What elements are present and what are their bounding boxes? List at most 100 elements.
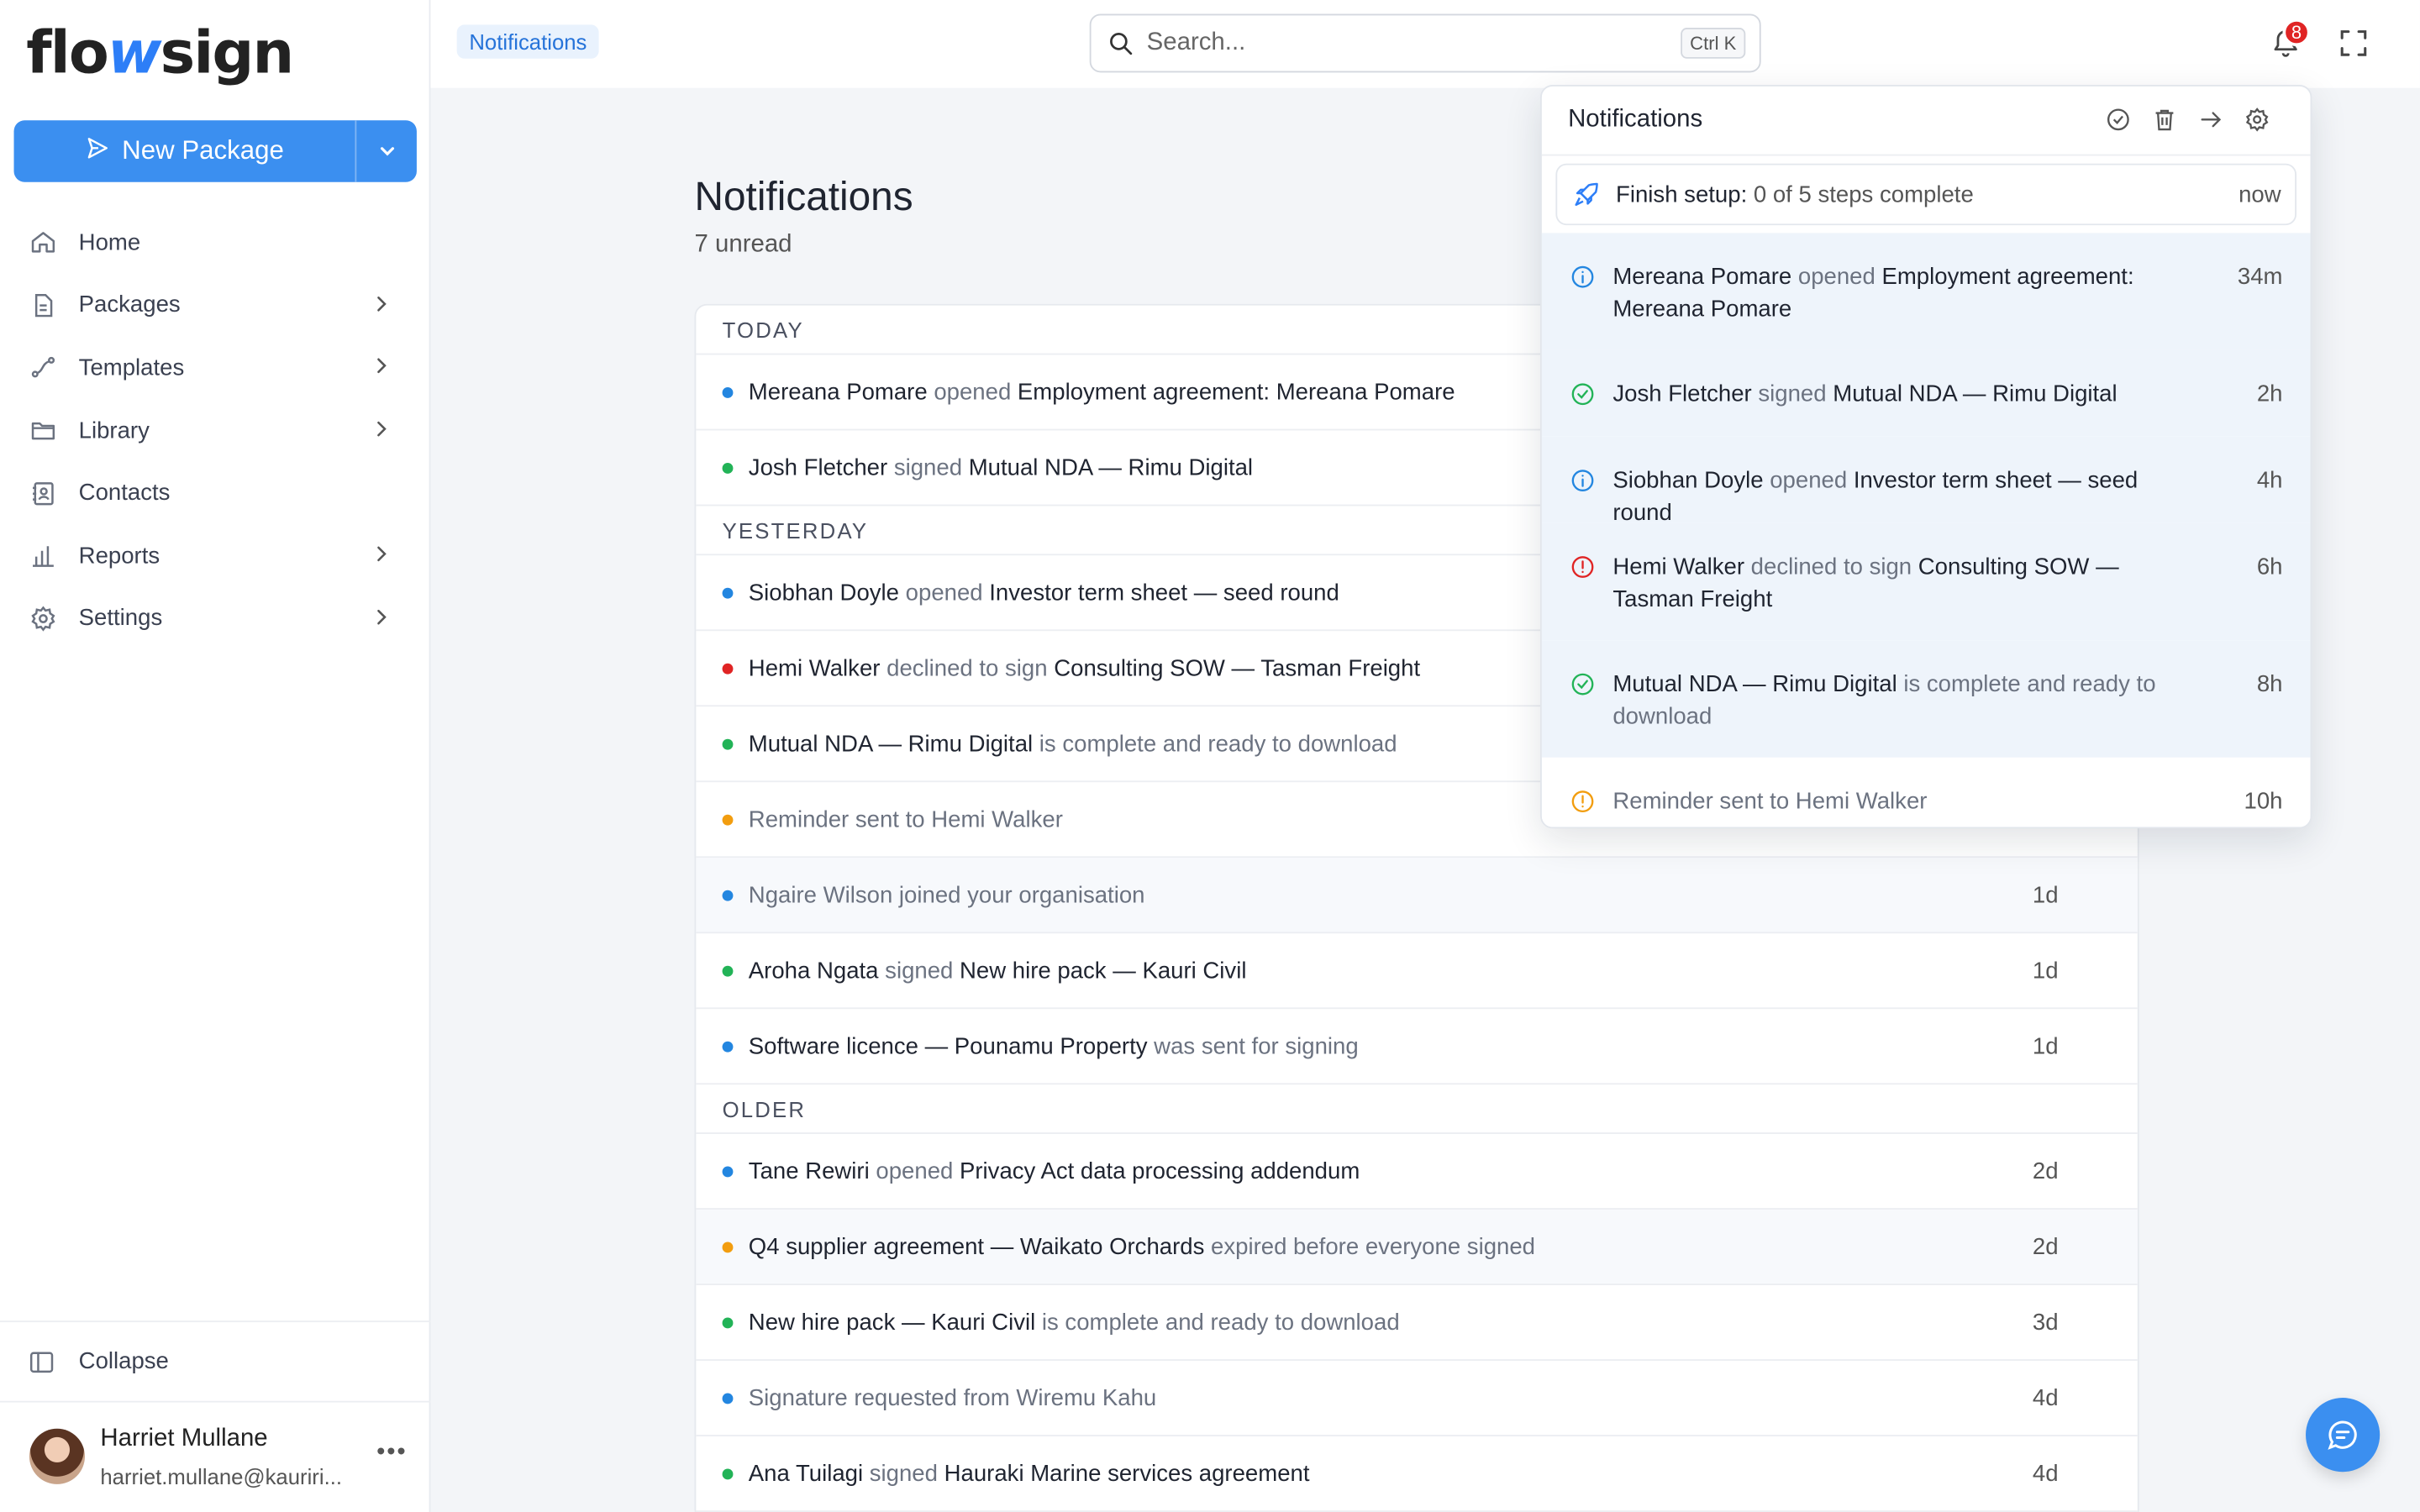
app-root: flowsign New Package Home Packages Templat… (0, 0, 2420, 1512)
table-row[interactable]: Tane Rewiri opened Privacy Act data proc… (696, 1134, 2138, 1210)
row-action: is complete and ready to download (1035, 1309, 1400, 1336)
row-subject: Reminder sent to Hemi Walker (748, 806, 1063, 832)
row-subject: Aroha Ngata (748, 957, 879, 984)
sidebar-item-library[interactable]: Library (14, 399, 417, 462)
status-dot (722, 1392, 734, 1404)
notification-count-badge: 8 (2282, 18, 2311, 47)
sidebar-item-home[interactable]: Home (14, 212, 417, 275)
panel-notification-item[interactable]: Josh Fletcher signed Mutual NDA — Rimu D… (1541, 349, 2311, 437)
row-time: 1d (2032, 957, 2059, 984)
table-row[interactable]: Ana Tuilagi signed Hauraki Marine servic… (696, 1436, 2138, 1512)
row-document: Privacy Act data processing addendum (959, 1158, 1360, 1184)
item-subject: Reminder sent to Hemi Walker (1612, 788, 1928, 815)
sidebar-item-packages[interactable]: Packages (14, 274, 417, 337)
chevron-right-icon (371, 292, 392, 320)
chevron-right-icon (371, 543, 392, 570)
collapse-button[interactable]: Collapse (0, 1320, 431, 1401)
item-document: Mutual NDA — Rimu Digital (1833, 381, 2118, 407)
row-subject: Mereana Pomare (748, 378, 928, 406)
item-action: declined to sign (1744, 554, 1918, 580)
status-dot (722, 1040, 734, 1052)
panel-notification-item[interactable]: Hemi Walker declined to sign Consulting … (1541, 522, 2311, 641)
mark-all-read-button[interactable] (2105, 107, 2131, 140)
home-icon (28, 228, 59, 259)
user-menu-button[interactable]: ••• (376, 1440, 407, 1467)
status-dot (722, 889, 734, 900)
status-dot (722, 662, 734, 674)
search-shortcut-hint: Ctrl K (1681, 28, 1746, 59)
sidebar-item-label: Reports (78, 543, 160, 570)
chat-button[interactable] (2306, 1398, 2381, 1473)
panel-header: Notifications (1541, 87, 2311, 156)
table-row[interactable]: New hire pack — Kauri Civil is complete … (696, 1285, 2138, 1361)
status-dot (722, 1165, 734, 1177)
row-time: 1d (2032, 881, 2059, 908)
row-action: signed (887, 454, 969, 481)
panel-notification-item[interactable]: Mereana Pomare opened Employment agreeme… (1541, 233, 2311, 350)
row-document: Investor term sheet — seed round (989, 579, 1339, 606)
new-package-button-group: New Package (13, 120, 417, 182)
panel-notification-item[interactable]: Mutual NDA — Rimu Digital is complete an… (1541, 640, 2311, 758)
new-package-button[interactable]: New Package (14, 120, 357, 182)
notifications-panel: Notifications Finish setup: 0 of 5 steps… (1540, 85, 2312, 829)
finish-setup-item[interactable]: Finish setup: 0 of 5 steps complete now (1555, 163, 2297, 226)
sidebar-item-reports[interactable]: Reports (14, 524, 417, 587)
search-icon (1110, 33, 1133, 55)
status-dot (722, 738, 734, 749)
sidebar-item-label: Library (78, 417, 150, 444)
row-subject: Ana Tuilagi (748, 1460, 864, 1487)
item-time: 6h (2256, 554, 2283, 580)
logo-part: flo (26, 18, 109, 87)
item-subject: Josh Fletcher (1612, 381, 1752, 407)
table-row[interactable]: Signature requested from Wiremu Kahu 4d (696, 1361, 2138, 1436)
unread-count: 7 unread (694, 231, 792, 258)
row-subject: Ngaire Wilson joined your organisation (748, 881, 1145, 908)
table-row[interactable]: Aroha Ngata signed New hire pack — Kauri… (696, 933, 2138, 1010)
contact-book-icon (28, 478, 59, 509)
panel-notification-item[interactable]: Reminder sent to Hemi Walker 10h (1541, 757, 2311, 827)
search-box[interactable]: Ctrl K (1089, 13, 1761, 73)
sidebar-item-templates[interactable]: Templates (14, 337, 417, 400)
sidebar-item-label: Packages (78, 291, 181, 319)
table-row[interactable]: Software licence — Pounamu Property was … (696, 1009, 2138, 1085)
user-profile[interactable]: Harriet Mullane harriet.mullane@kauriri.… (0, 1400, 431, 1512)
panel-actions (2105, 107, 2270, 140)
table-row[interactable]: Ngaire Wilson joined your organisation 1d (696, 858, 2138, 934)
row-time: 4d (2032, 1460, 2059, 1487)
status-dot (722, 964, 734, 976)
sidebar-item-label: Contacts (78, 480, 171, 507)
row-action: was sent for signing (1147, 1032, 1359, 1059)
breadcrumb[interactable]: Notifications (456, 24, 600, 59)
top-bar: Notifications Ctrl K 8 (430, 0, 2420, 88)
new-package-dropdown-button[interactable] (356, 120, 417, 181)
chevron-down-icon (380, 147, 394, 156)
item-action: opened (1791, 264, 1882, 291)
route-icon (28, 353, 59, 384)
item-time: 34m (2237, 264, 2283, 291)
sidebar-item-settings[interactable]: Settings (14, 587, 417, 650)
notification-settings-button[interactable] (2244, 107, 2270, 140)
fullscreen-icon (2340, 30, 2367, 56)
row-action: opened (927, 378, 1018, 406)
fullscreen-button[interactable] (2338, 28, 2370, 66)
table-row[interactable]: Q4 supplier agreement — Waikato Orchards… (696, 1209, 2138, 1285)
chevron-right-icon (371, 355, 392, 383)
row-document: New hire pack — Kauri Civil (960, 957, 1247, 984)
chevron-right-icon (371, 417, 392, 445)
sidebar-item-contacts[interactable]: Contacts (14, 462, 417, 525)
search-input[interactable] (1146, 29, 1681, 57)
clear-all-button[interactable] (2151, 107, 2177, 140)
row-action: is complete and ready to download (1033, 730, 1397, 757)
status-dot (722, 586, 734, 598)
panel-notification-item[interactable]: Siobhan Doyle opened Investor term sheet… (1541, 436, 2311, 526)
warning-circle-icon (1570, 789, 1596, 824)
view-all-button[interactable] (2197, 107, 2223, 140)
bar-chart-icon (28, 540, 59, 571)
item-subject: Mutual NDA — Rimu Digital (1612, 670, 1897, 698)
logo[interactable]: flowsign (26, 18, 294, 87)
info-icon (1570, 468, 1596, 503)
sidebar-nav: Home Packages Templates Library Contacts Repo… (14, 212, 417, 650)
sidebar-item-label: Settings (78, 605, 163, 632)
setup-detail: 0 of 5 steps complete (1747, 181, 1974, 208)
item-time: 2h (2256, 381, 2283, 407)
